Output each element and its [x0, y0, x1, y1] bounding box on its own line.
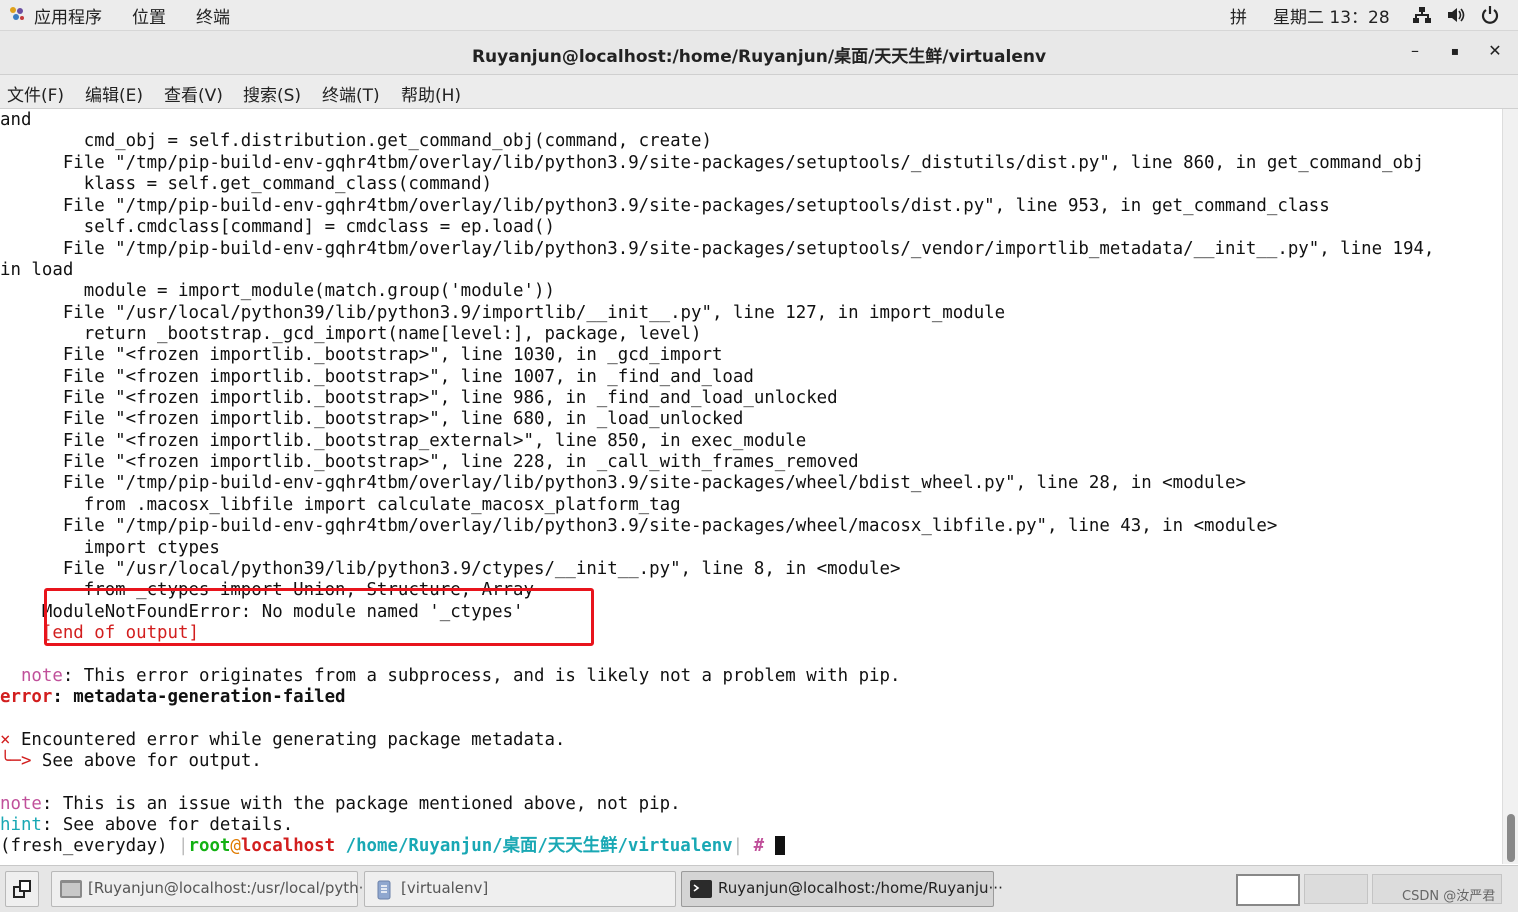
note-text: : This is an issue with the package ment… [41, 794, 681, 814]
taskbar-window-label: [Ruyanjun@localhost:/usr/local/pyth··· [88, 879, 373, 897]
minimize-button[interactable]: – [1403, 41, 1427, 65]
output-line: File "/usr/local/python39/lib/python3.9/… [0, 559, 901, 579]
output-line: File "<frozen importlib._bootstrap_exter… [0, 431, 807, 451]
terminal-output[interactable]: and cmd_obj = self.distribution.get_comm… [0, 109, 1502, 864]
output-line: File "/tmp/pip-build-env-gqhr4tbm/overla… [0, 153, 1424, 173]
note-line: note: This error originates from a subpr… [0, 666, 901, 687]
workspace-1[interactable] [1236, 874, 1300, 906]
output-line: File "<frozen importlib._bootstrap>", li… [0, 388, 838, 408]
note-text: : This error originates from a subproces… [62, 666, 901, 686]
note-line: note: This is an issue with the package … [0, 794, 681, 815]
error-text: : metadata-generation-failed [52, 687, 346, 707]
prompt-host: localhost [240, 836, 336, 856]
taskbar-window-label: Ruyanjun@localhost:/home/Ruyanju··· [718, 879, 1003, 897]
output-line: return _bootstrap._gcd_import(name[level… [0, 324, 702, 344]
terminal-app-menu[interactable]: 终端 [196, 3, 230, 28]
taskbar-window-folder[interactable]: [virtualenv] [364, 871, 676, 907]
output-line: File "<frozen importlib._bootstrap>", li… [0, 452, 859, 472]
taskbar-window-terminal-active[interactable]: Ruyanjun@localhost:/home/Ruyanju··· [681, 871, 1003, 907]
prompt-user: root [188, 836, 231, 856]
close-button[interactable]: ✕ [1483, 41, 1507, 65]
output-line: cmd_obj = self.distribution.get_command_… [0, 131, 712, 151]
shell-prompt[interactable]: (fresh_everyday) |root@localhost /home/R… [0, 836, 785, 857]
menu-help[interactable]: 帮助(H) [401, 81, 461, 106]
output-line: File "/usr/local/python39/lib/python3.9/… [0, 303, 1006, 323]
note-label: note [20, 666, 63, 686]
output-line: import ctypes [0, 538, 220, 558]
show-desktop-button[interactable] [5, 871, 39, 907]
output-line: klass = self.get_command_class(command) [0, 174, 493, 194]
menu-bar: 文件(F) 编辑(E) 查看(V) 搜索(S) 终端(T) 帮助(H) [0, 75, 1518, 109]
watermark: CSDN @汝严君 [1402, 889, 1496, 904]
menu-search[interactable]: 搜索(S) [243, 81, 301, 106]
workspace-2[interactable] [1304, 874, 1368, 904]
output-line: File "/tmp/pip-build-env-gqhr4tbm/overla… [0, 473, 1246, 493]
hint-text: : See above for details. [41, 815, 294, 835]
maximize-button[interactable]: ▪ [1443, 44, 1467, 68]
taskbar-window-terminal-1[interactable]: [Ruyanjun@localhost:/usr/local/pyth··· [51, 871, 373, 907]
window-titlebar[interactable]: Ruyanjun@localhost:/home/Ruyanjun/桌面/天天生… [0, 31, 1518, 75]
output-line: in load [0, 260, 74, 280]
menu-edit[interactable]: 编辑(E) [85, 81, 143, 106]
error-label: error [0, 687, 53, 707]
prompt-env: (fresh_everyday) [0, 836, 168, 856]
taskbar: [Ruyanjun@localhost:/usr/local/pyth··· [… [0, 865, 1518, 912]
note-label: note [0, 794, 42, 814]
taskbar-window-label: [virtualenv] [401, 879, 489, 897]
error-highlight-box [44, 588, 594, 646]
scrollbar-thumb[interactable] [1507, 814, 1515, 862]
prompt-hash: # [753, 836, 765, 856]
output-line: File "<frozen importlib._bootstrap>", li… [0, 345, 723, 365]
window-title: Ruyanjun@localhost:/home/Ruyanjun/桌面/天天生… [471, 47, 1047, 67]
terminal-scrollbar[interactable] [1502, 109, 1518, 864]
arrow-icon: ╰─> [0, 751, 32, 771]
output-line: File "/tmp/pip-build-env-gqhr4tbm/overla… [0, 196, 1330, 216]
encountered-line: × Encountered error while generating pac… [0, 730, 565, 751]
top-panel: 应用程序 位置 终端 拼 星期二 13：28 [0, 0, 1518, 31]
applications-menu[interactable]: 应用程序 [34, 3, 102, 28]
output-line: File "/tmp/pip-build-env-gqhr4tbm/overla… [0, 516, 1278, 536]
output-line: File "<frozen importlib._bootstrap>", li… [0, 367, 754, 387]
volume-icon[interactable] [1446, 6, 1466, 29]
clock[interactable]: 星期二 13：28 [1273, 3, 1390, 28]
output-line: from .macosx_libfile import calculate_ma… [0, 495, 681, 515]
menu-file[interactable]: 文件(F) [7, 81, 64, 106]
see-above-text: See above for output. [31, 751, 262, 771]
prompt-at: @ [230, 836, 241, 856]
menu-terminal[interactable]: 终端(T) [322, 81, 380, 106]
network-icon[interactable] [1412, 6, 1432, 29]
prompt-path: /home/Ruyanjun/桌面/天天生鲜/virtualenv [345, 836, 733, 856]
output-line: self.cmdclass[command] = cmdclass = ep.l… [0, 217, 555, 237]
terminal-icon [60, 880, 82, 898]
apps-logo-icon[interactable] [7, 5, 27, 28]
folder-icon [373, 880, 395, 900]
encountered-text: Encountered error while generating packa… [10, 730, 566, 750]
error-line: error: metadata-generation-failed [0, 687, 346, 708]
places-menu[interactable]: 位置 [132, 3, 166, 28]
output-line: and [0, 110, 32, 130]
see-above-line: ╰─> See above for output. [0, 751, 262, 772]
input-method-indicator[interactable]: 拼 [1230, 3, 1247, 28]
text-cursor [774, 836, 785, 855]
output-line: File "<frozen importlib._bootstrap>", li… [0, 409, 744, 429]
menu-view[interactable]: 查看(V) [164, 81, 223, 106]
power-icon[interactable] [1480, 5, 1500, 30]
error-x-icon: × [0, 730, 11, 750]
terminal-icon [690, 880, 712, 898]
output-line: File "/tmp/pip-build-env-gqhr4tbm/overla… [0, 239, 1435, 259]
hint-line: hint: See above for details. [0, 815, 293, 836]
output-line: module = import_module(match.group('modu… [0, 281, 555, 301]
hint-label: hint [0, 815, 42, 835]
